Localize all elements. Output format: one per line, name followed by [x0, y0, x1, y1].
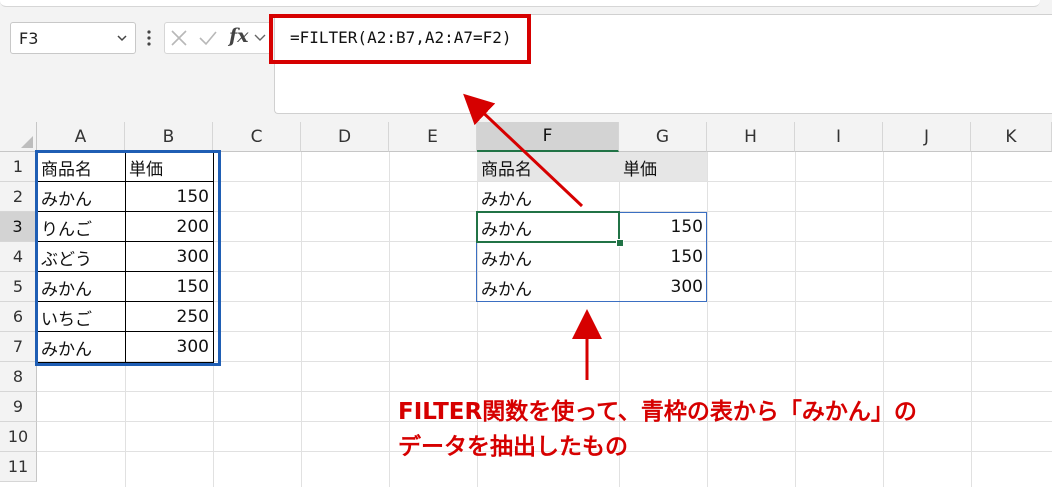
ribbon-edge: [0, 0, 1052, 10]
row-header-6[interactable]: 6: [0, 302, 37, 332]
column-header-c[interactable]: C: [213, 122, 301, 152]
cell-g5[interactable]: 300: [619, 272, 707, 302]
cell-g1[interactable]: 単価: [619, 152, 707, 182]
row-header-8[interactable]: 8: [0, 362, 37, 392]
cancel-icon[interactable]: [170, 29, 188, 47]
chevron-down-icon[interactable]: [253, 32, 267, 44]
row-header-2[interactable]: 2: [0, 182, 37, 212]
annotation-line-1: FILTER関数を使って、青枠の表から「みかん」の: [398, 399, 917, 425]
row-header-4[interactable]: 4: [0, 242, 37, 272]
column-header-b[interactable]: B: [125, 122, 213, 152]
chevron-down-icon[interactable]: [115, 31, 129, 45]
row-header-1[interactable]: 1: [0, 152, 37, 182]
cell-f2[interactable]: みかん: [477, 182, 619, 212]
column-header-d[interactable]: D: [301, 122, 389, 152]
row-header-9[interactable]: 9: [0, 392, 37, 422]
active-cell-border: [476, 211, 620, 243]
column-header-j[interactable]: J: [883, 122, 971, 152]
annotation-line-2: データを抽出したもの: [398, 434, 628, 460]
enter-check-icon[interactable]: [198, 29, 218, 47]
select-all-icon: [21, 136, 33, 148]
row-header-11[interactable]: 11: [0, 452, 37, 482]
cell-f4[interactable]: みかん: [477, 242, 619, 272]
insert-function-icon[interactable]: fx: [229, 25, 249, 47]
more-options-icon[interactable]: [146, 28, 152, 48]
name-box-value: F3: [19, 29, 39, 48]
column-header-k[interactable]: K: [971, 122, 1052, 152]
column-header-f[interactable]: F: [477, 122, 619, 152]
cell-g4[interactable]: 150: [619, 242, 707, 272]
source-table-highlight-box: [35, 150, 221, 366]
cell-g3[interactable]: 150: [619, 212, 707, 242]
column-header-a[interactable]: A: [37, 122, 125, 152]
column-header-e[interactable]: E: [389, 122, 477, 152]
column-header-h[interactable]: H: [707, 122, 795, 152]
cell-f1[interactable]: 商品名: [477, 152, 619, 182]
row-header-10[interactable]: 10: [0, 422, 37, 452]
row-header-3[interactable]: 3: [0, 212, 37, 242]
cell-f5[interactable]: みかん: [477, 272, 619, 302]
row-header-5[interactable]: 5: [0, 272, 37, 302]
select-all-corner[interactable]: [0, 122, 37, 152]
name-box[interactable]: F3: [10, 22, 136, 54]
column-header-i[interactable]: I: [795, 122, 883, 152]
formula-highlight-box: [269, 14, 531, 64]
fill-handle[interactable]: [616, 239, 624, 247]
row-header-7[interactable]: 7: [0, 332, 37, 362]
column-header-g[interactable]: G: [619, 122, 707, 152]
